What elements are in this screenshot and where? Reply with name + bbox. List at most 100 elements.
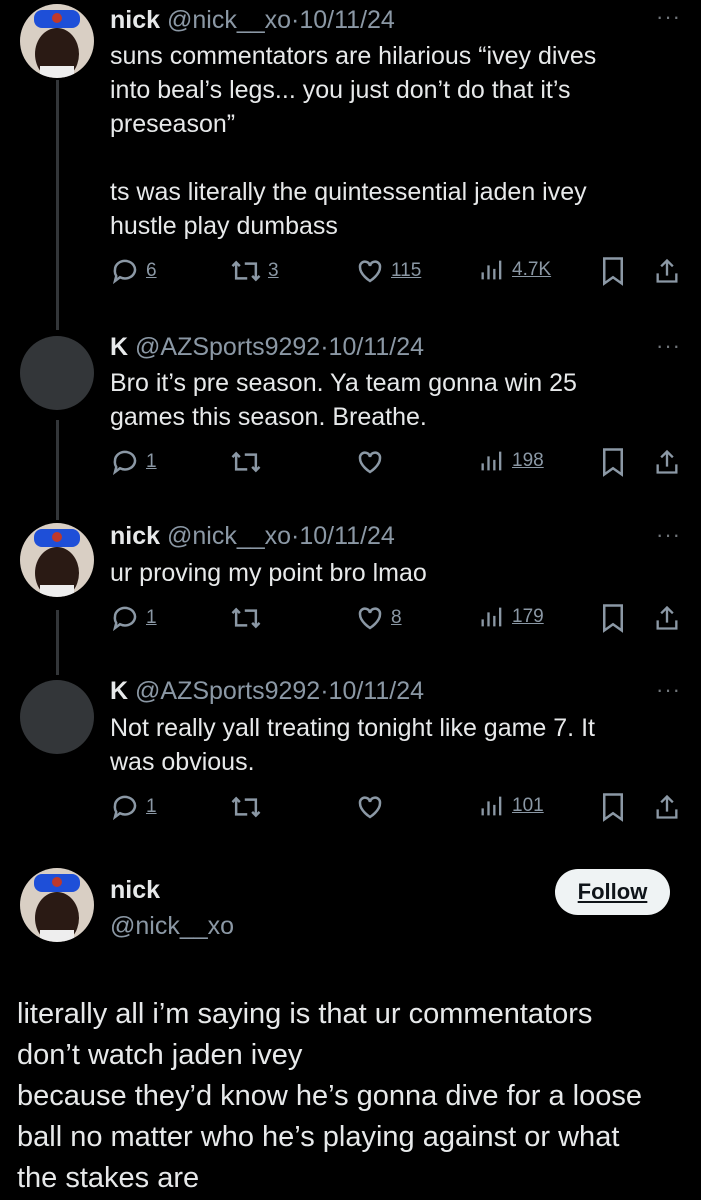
more-options-icon[interactable]: ··· bbox=[656, 522, 681, 548]
bookmark-button[interactable] bbox=[600, 792, 626, 822]
text-line bbox=[110, 141, 661, 175]
display-name[interactable]: K bbox=[110, 333, 128, 361]
heart-icon bbox=[358, 260, 382, 283]
like-button[interactable] bbox=[355, 447, 385, 477]
views-button[interactable]: 101 bbox=[478, 792, 544, 820]
reply-count: 1 bbox=[146, 451, 157, 472]
reply-icon bbox=[112, 606, 137, 632]
share-button[interactable] bbox=[653, 447, 681, 477]
share-icon bbox=[656, 794, 678, 819]
text-line: preseason” bbox=[110, 110, 236, 138]
reply-count: 6 bbox=[146, 260, 157, 281]
avatar[interactable] bbox=[20, 4, 94, 78]
timestamp[interactable]: ·10/11/24 bbox=[320, 333, 424, 361]
action-bar: 1 8 179 bbox=[110, 603, 685, 637]
views-icon bbox=[481, 451, 502, 471]
views-icon bbox=[481, 796, 502, 816]
text-line: ur proving my point bro lmao bbox=[110, 559, 427, 587]
views-count: 101 bbox=[512, 795, 544, 816]
reply-button[interactable]: 1 bbox=[110, 792, 157, 822]
text-line: hustle play dumbass bbox=[110, 212, 338, 240]
avatar[interactable] bbox=[20, 336, 94, 410]
share-button[interactable] bbox=[653, 603, 681, 633]
handle[interactable]: @nick__xo bbox=[167, 6, 291, 34]
reply-icon bbox=[112, 450, 137, 476]
reply-button[interactable]: 6 bbox=[110, 256, 157, 286]
share-icon bbox=[656, 449, 678, 474]
text-line: the stakes are bbox=[17, 1162, 200, 1194]
more-options-icon[interactable]: ··· bbox=[656, 677, 681, 703]
reply-icon bbox=[112, 795, 137, 821]
more-options-icon[interactable]: ··· bbox=[656, 4, 681, 30]
display-name[interactable]: nick bbox=[110, 6, 160, 34]
reply-button[interactable]: 1 bbox=[110, 447, 157, 477]
share-button[interactable] bbox=[653, 792, 681, 822]
reply-button[interactable]: 1 bbox=[110, 603, 157, 633]
bookmark-button[interactable] bbox=[600, 256, 626, 286]
views-icon bbox=[481, 607, 502, 627]
reply-count: 1 bbox=[146, 796, 157, 817]
like-button[interactable]: 115 bbox=[355, 256, 421, 286]
text-line: Not really yall treating tonight like ga… bbox=[110, 714, 595, 742]
avatar[interactable] bbox=[20, 868, 94, 942]
text-line: literally all i’m saying is that ur comm… bbox=[17, 998, 593, 1030]
repost-icon bbox=[231, 260, 261, 282]
bookmark-icon bbox=[603, 604, 623, 633]
text-line: because they’d know he’s gonna dive for … bbox=[17, 1080, 643, 1112]
avatar[interactable] bbox=[20, 523, 94, 597]
display-name[interactable]: nick bbox=[110, 522, 160, 550]
repost-button[interactable]: 3 bbox=[230, 256, 279, 286]
views-count: 4.7K bbox=[512, 259, 552, 280]
reply-tweet[interactable]: K @AZSports9292·10/11/24 ··· Not really … bbox=[0, 0, 701, 822]
action-bar: 1 101 bbox=[110, 792, 685, 826]
repost-icon bbox=[231, 451, 261, 473]
display-name[interactable]: K bbox=[110, 677, 128, 705]
share-button[interactable] bbox=[653, 256, 681, 286]
repost-button[interactable] bbox=[230, 603, 262, 633]
repost-button[interactable] bbox=[230, 792, 262, 822]
share-icon bbox=[656, 605, 678, 630]
views-count: 198 bbox=[512, 450, 544, 471]
views-button[interactable]: 4.7K bbox=[478, 256, 551, 284]
handle[interactable]: @AZSports9292 bbox=[135, 677, 320, 705]
timestamp[interactable]: ·10/11/24 bbox=[291, 522, 395, 550]
views-button[interactable]: 198 bbox=[478, 447, 544, 475]
display-name[interactable]: nick bbox=[110, 876, 160, 905]
handle[interactable]: @AZSports9292 bbox=[135, 333, 320, 361]
views-count: 179 bbox=[512, 606, 544, 627]
tweet-text: suns commentators are hilarious “ivey di… bbox=[110, 39, 661, 243]
tweet-text: Bro it’s pre season. Ya team gonna win 2… bbox=[110, 366, 661, 434]
thread-line bbox=[56, 420, 59, 520]
handle[interactable]: @nick__xo bbox=[110, 912, 234, 941]
reply-icon bbox=[112, 259, 137, 285]
reply-tweet[interactable]: nick @nick__xo·10/11/24 ··· suns comment… bbox=[0, 0, 701, 320]
bookmark-button[interactable] bbox=[600, 603, 626, 633]
handle[interactable]: @nick__xo bbox=[167, 522, 291, 550]
heart-icon bbox=[358, 451, 382, 474]
repost-button[interactable] bbox=[230, 447, 262, 477]
bookmark-icon bbox=[603, 448, 623, 477]
tweet-header: K @AZSports9292·10/11/24 bbox=[110, 677, 424, 706]
text-line: into beal’s legs... you just don’t do th… bbox=[110, 76, 571, 104]
like-count: 115 bbox=[391, 260, 422, 281]
bookmark-icon bbox=[603, 257, 623, 286]
follow-button[interactable]: Follow bbox=[555, 869, 670, 915]
timestamp[interactable]: ·10/11/24 bbox=[291, 6, 395, 34]
like-button[interactable] bbox=[355, 792, 385, 822]
text-line: ts was literally the quintessential jade… bbox=[110, 178, 587, 206]
text-line: don’t watch jaden ivey bbox=[17, 1039, 303, 1071]
bookmark-button[interactable] bbox=[600, 447, 626, 477]
tweet-text: ur proving my point bro lmao bbox=[110, 556, 661, 590]
tweet-header: nick @nick__xo·10/11/24 bbox=[110, 522, 395, 551]
views-icon bbox=[481, 260, 502, 280]
reply-count: 1 bbox=[146, 607, 157, 628]
tweet-text: Not really yall treating tonight like ga… bbox=[110, 711, 661, 779]
more-options-icon[interactable]: ··· bbox=[656, 333, 681, 359]
text-line: was obvious. bbox=[110, 748, 255, 776]
like-button[interactable]: 8 bbox=[355, 603, 402, 633]
avatar[interactable] bbox=[20, 680, 94, 754]
heart-icon bbox=[358, 607, 382, 630]
views-button[interactable]: 179 bbox=[478, 603, 544, 631]
timestamp[interactable]: ·10/11/24 bbox=[320, 677, 424, 705]
text-line: suns commentators are hilarious “ivey di… bbox=[110, 42, 597, 70]
